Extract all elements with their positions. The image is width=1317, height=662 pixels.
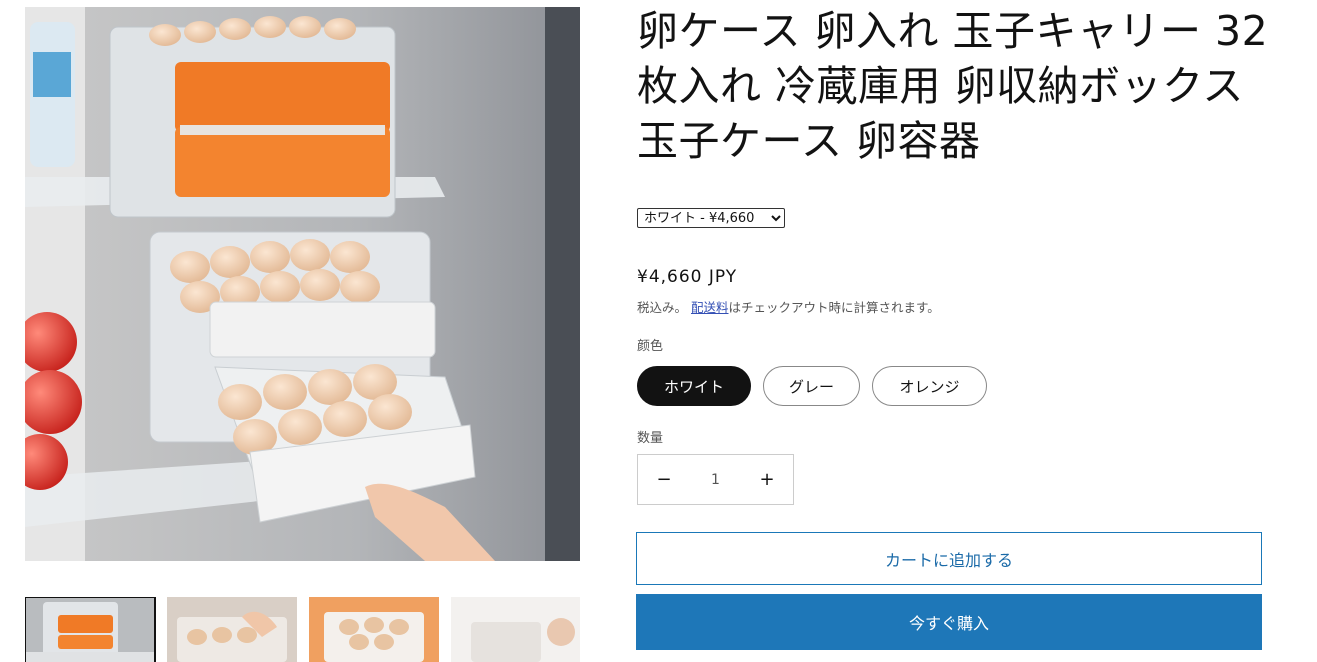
buy-now-button[interactable]: 今すぐ購入: [636, 594, 1262, 650]
quantity-increase-button[interactable]: +: [741, 455, 793, 504]
egg-case-fridge-photo: [25, 7, 580, 561]
variant-select[interactable]: ホワイト - ¥4,660: [637, 208, 785, 228]
thumbnail-2[interactable]: [167, 597, 297, 662]
color-option-label: 颜色: [637, 339, 664, 354]
thumbnail-strip: [25, 597, 580, 662]
product-main-image[interactable]: [25, 7, 580, 561]
quantity-label: 数量: [637, 431, 664, 446]
thumbnail-3[interactable]: [309, 597, 439, 662]
thumbnail-4[interactable]: [451, 597, 580, 662]
color-option-orange[interactable]: オレンジ: [872, 366, 987, 406]
product-price: ¥4,660 JPY: [637, 267, 738, 287]
quantity-stepper: − +: [637, 454, 794, 505]
tax-note-suffix: はチェックアウト時に計算されます。: [728, 300, 940, 315]
color-option-white[interactable]: ホワイト: [637, 366, 751, 406]
color-option-gray[interactable]: グレー: [763, 366, 860, 406]
quantity-input[interactable]: [690, 455, 741, 504]
product-title: 卵ケース 卵入れ 玉子キャリー 32枚入れ 冷蔵庫用 卵収納ボックス 玉子ケース…: [637, 7, 1269, 165]
thumbnail-image: [167, 597, 297, 662]
thumbnail-image: [451, 597, 580, 662]
thumbnail-1[interactable]: [25, 597, 156, 662]
shipping-policy-link[interactable]: 配送料: [691, 300, 729, 315]
tax-note: 税込み。 配送料はチェックアウト時に計算されます。: [637, 297, 940, 316]
thumbnail-image: [309, 597, 439, 662]
thumbnail-image: [25, 597, 155, 662]
quantity-decrease-button[interactable]: −: [638, 455, 690, 504]
tax-note-prefix: 税込み。: [637, 300, 688, 315]
color-options: ホワイト グレー オレンジ: [637, 366, 987, 406]
add-to-cart-button[interactable]: カートに追加する: [636, 532, 1262, 585]
